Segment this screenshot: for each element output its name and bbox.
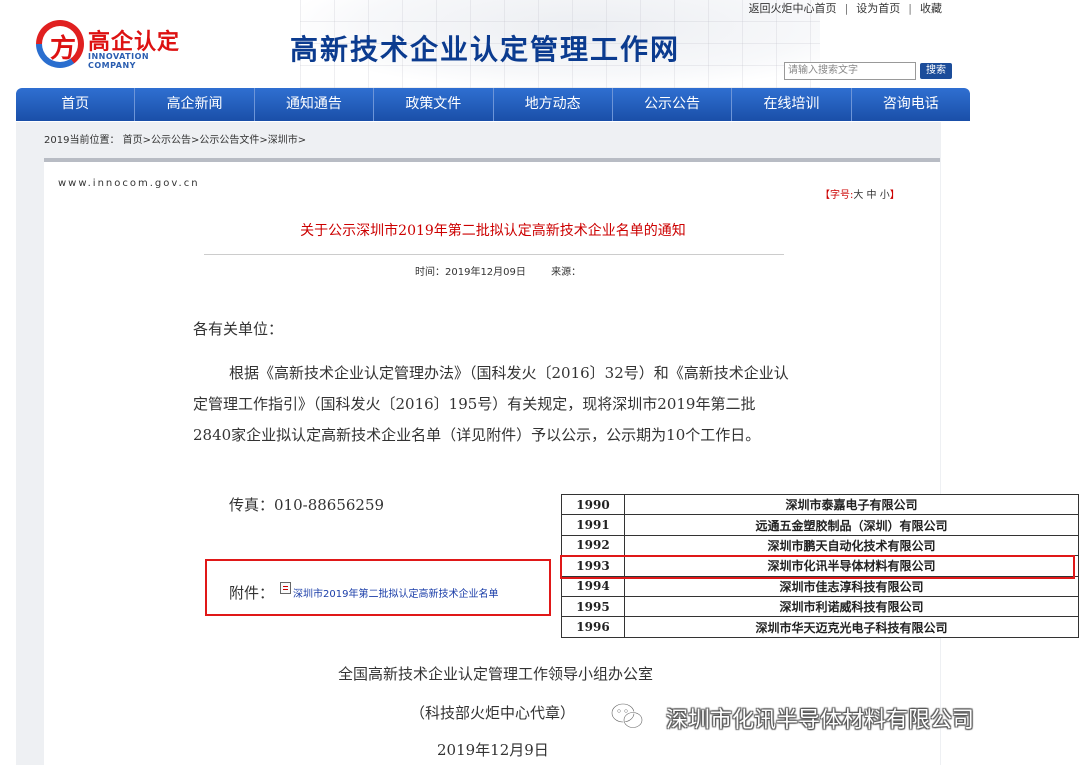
wechat-icon [611, 703, 643, 729]
nav-item-local[interactable]: 地方动态 [494, 88, 613, 121]
article-meta: 时间：2019年12月09日 来源： [415, 263, 603, 278]
article-source: 来源： [551, 267, 582, 278]
table-row: 1995 深圳市利诺威科技有限公司 [561, 595, 1079, 618]
link-favorite[interactable]: 收藏 [920, 0, 942, 16]
nav-item-hotline[interactable]: 咨询电话 [852, 88, 970, 121]
separator: | [844, 1, 849, 15]
site-domain: www.innocom.gov.cn [58, 178, 200, 189]
font-size-control: 【字号:大 中 小】 [820, 186, 900, 201]
table-row: 1991 远通五金塑胶制品（深圳）有限公司 [561, 514, 1079, 536]
font-size-label: 【字号: [820, 190, 854, 201]
link-set-homepage[interactable]: 设为首页 [856, 0, 900, 16]
site-title: 高新技术企业认定管理工作网 [290, 33, 681, 66]
logo-glyph: 方 [50, 34, 77, 64]
logo-subtext: INNOVATION COMPANY [88, 52, 150, 70]
table-row: 1990 深圳市泰嘉电子有限公司 [561, 493, 1079, 516]
search-button[interactable]: 搜索 [920, 63, 952, 79]
nav-item-news[interactable]: 高企新闻 [135, 88, 255, 121]
document-icon [280, 582, 291, 594]
nav-item-announcements[interactable]: 公示公告 [613, 88, 733, 121]
nav-item-notices[interactable]: 通知通告 [255, 88, 375, 121]
font-size-end: 】 [889, 190, 900, 201]
article-time: 时间：2019年12月09日 [415, 267, 526, 278]
search-input[interactable]: 请输入搜索文字 [784, 62, 916, 80]
main-nav: 首页 高企新闻 通知通告 政策文件 地方动态 公示公告 在线培训 咨询电话 [16, 88, 970, 121]
breadcrumb[interactable]: 2019当前位置： 首页>公示公告>公示公告文件>深圳市> [44, 131, 306, 146]
watermark-text: 深圳市化讯半导体材料有限公司 [666, 708, 975, 733]
sign-stamp: （科技部火炬中心代章） [410, 704, 576, 722]
greeting: 各有关单位： [193, 320, 284, 338]
attachment-label: 附件： [229, 584, 275, 602]
site-logo[interactable]: 方 高企认定 INNOVATION COMPANY [36, 20, 196, 70]
article-title: 关于公示深圳市2019年第二批拟认定高新技术企业名单的通知 [300, 223, 686, 239]
table-row: 1992 深圳市鹏天自动化技术有限公司 [561, 534, 1079, 557]
link-home-center[interactable]: 返回火炬中心首页 [749, 0, 837, 16]
sign-date: 2019年12月9日 [437, 741, 549, 759]
fax-number: 传真：010-88656259 [229, 496, 385, 514]
font-size-options[interactable]: 大 中 小 [853, 190, 889, 201]
top-links: 返回火炬中心首页 | 设为首页 | 收藏 [749, 0, 942, 16]
nav-item-home[interactable]: 首页 [16, 88, 136, 121]
separator: | [908, 1, 912, 15]
row-highlight-box [560, 555, 1075, 579]
table-row: 1996 深圳市华天迈克光电子科技有限公司 [561, 616, 1079, 638]
title-divider [204, 254, 784, 255]
sign-office: 全国高新技术企业认定管理工作领导小组办公室 [338, 665, 654, 683]
table-row: 1994 深圳市佳志淳科技有限公司 [561, 575, 1079, 597]
nav-item-policy[interactable]: 政策文件 [374, 88, 494, 121]
article-paragraph: 根据《高新技术企业认定管理办法》（国科发火〔2016〕32号）和《高新技术企业认… [193, 364, 789, 444]
attachment-link[interactable]: 深圳市2019年第二批拟认定高新技术企业名单 [293, 585, 498, 600]
nav-item-training[interactable]: 在线培训 [732, 88, 852, 121]
